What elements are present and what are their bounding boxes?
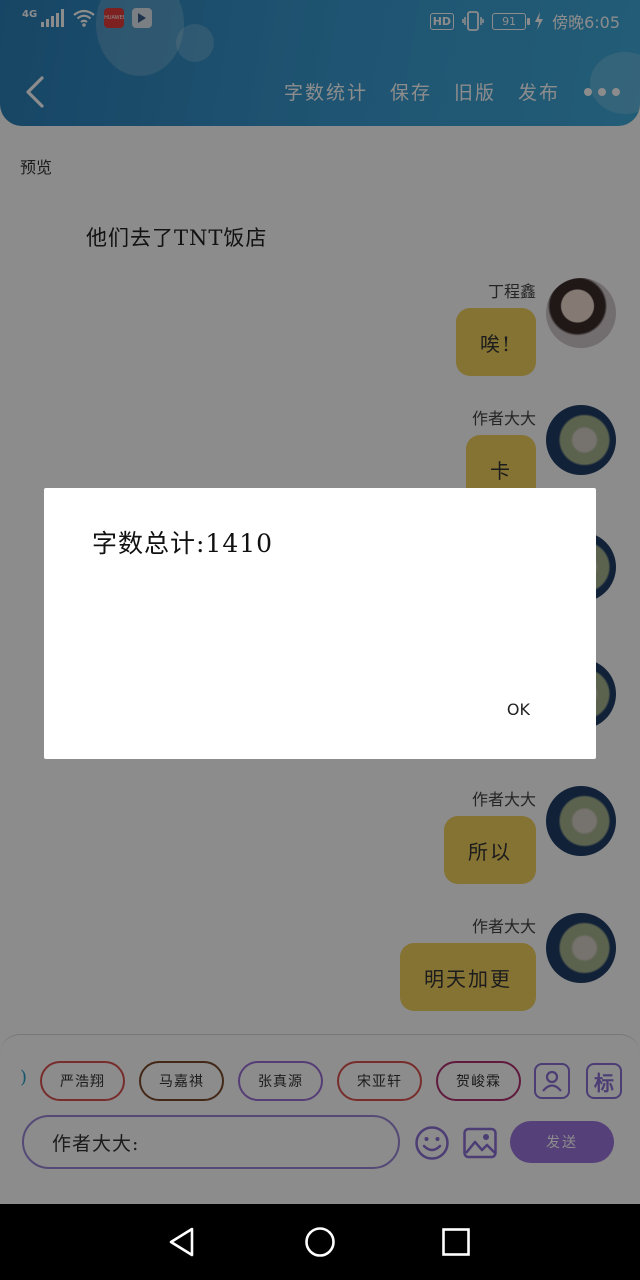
- nav-home-icon[interactable]: [304, 1226, 336, 1258]
- system-navigation-bar: [0, 1204, 640, 1280]
- nav-recents-icon[interactable]: [440, 1226, 472, 1258]
- nav-back-icon[interactable]: [166, 1226, 198, 1258]
- ok-button[interactable]: OK: [499, 696, 538, 723]
- word-count-dialog: 字数总计:1410 OK: [44, 488, 596, 759]
- dialog-message: 字数总计:1410: [92, 529, 274, 558]
